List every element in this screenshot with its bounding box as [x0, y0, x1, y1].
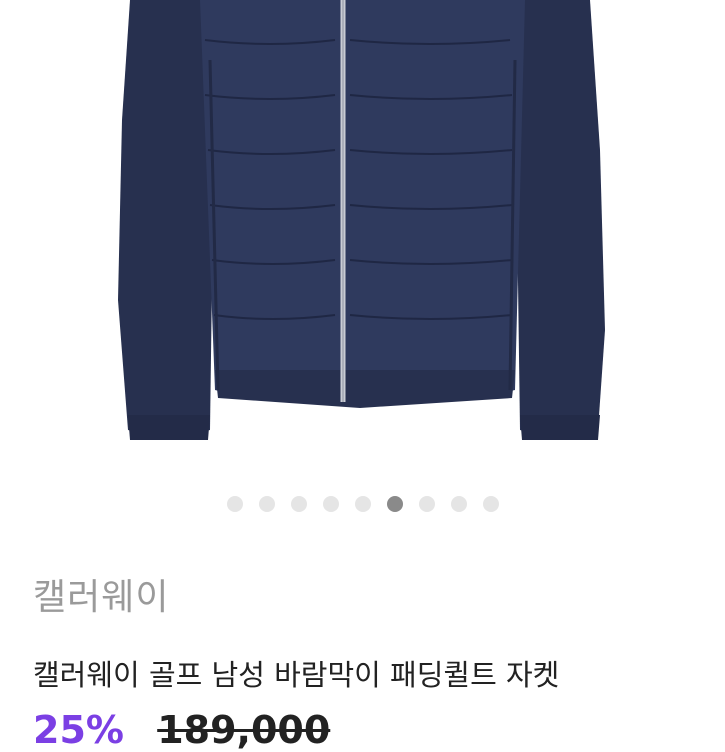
pagination-dot[interactable] — [450, 496, 467, 512]
pagination-dot[interactable] — [322, 496, 339, 512]
price-row: 25% 189,000 — [33, 708, 330, 752]
pagination-dot[interactable] — [386, 496, 403, 512]
product-title: 캘러웨이 골프 남성 바람막이 패딩퀼트 자켓 — [33, 658, 560, 692]
product-image[interactable] — [0, 0, 725, 480]
pagination-dot[interactable] — [418, 496, 435, 512]
pagination-dot[interactable] — [258, 496, 275, 512]
brand-name[interactable]: 캘러웨이 — [33, 568, 169, 620]
pagination-dot[interactable] — [226, 496, 243, 512]
discount-rate: 25% — [33, 708, 124, 752]
pagination-dot[interactable] — [354, 496, 371, 512]
pagination-dot[interactable] — [482, 496, 499, 512]
original-price: 189,000 — [157, 708, 331, 752]
pagination-dot[interactable] — [290, 496, 307, 512]
image-pagination[interactable] — [0, 496, 725, 512]
jacket-image — [118, 0, 605, 440]
